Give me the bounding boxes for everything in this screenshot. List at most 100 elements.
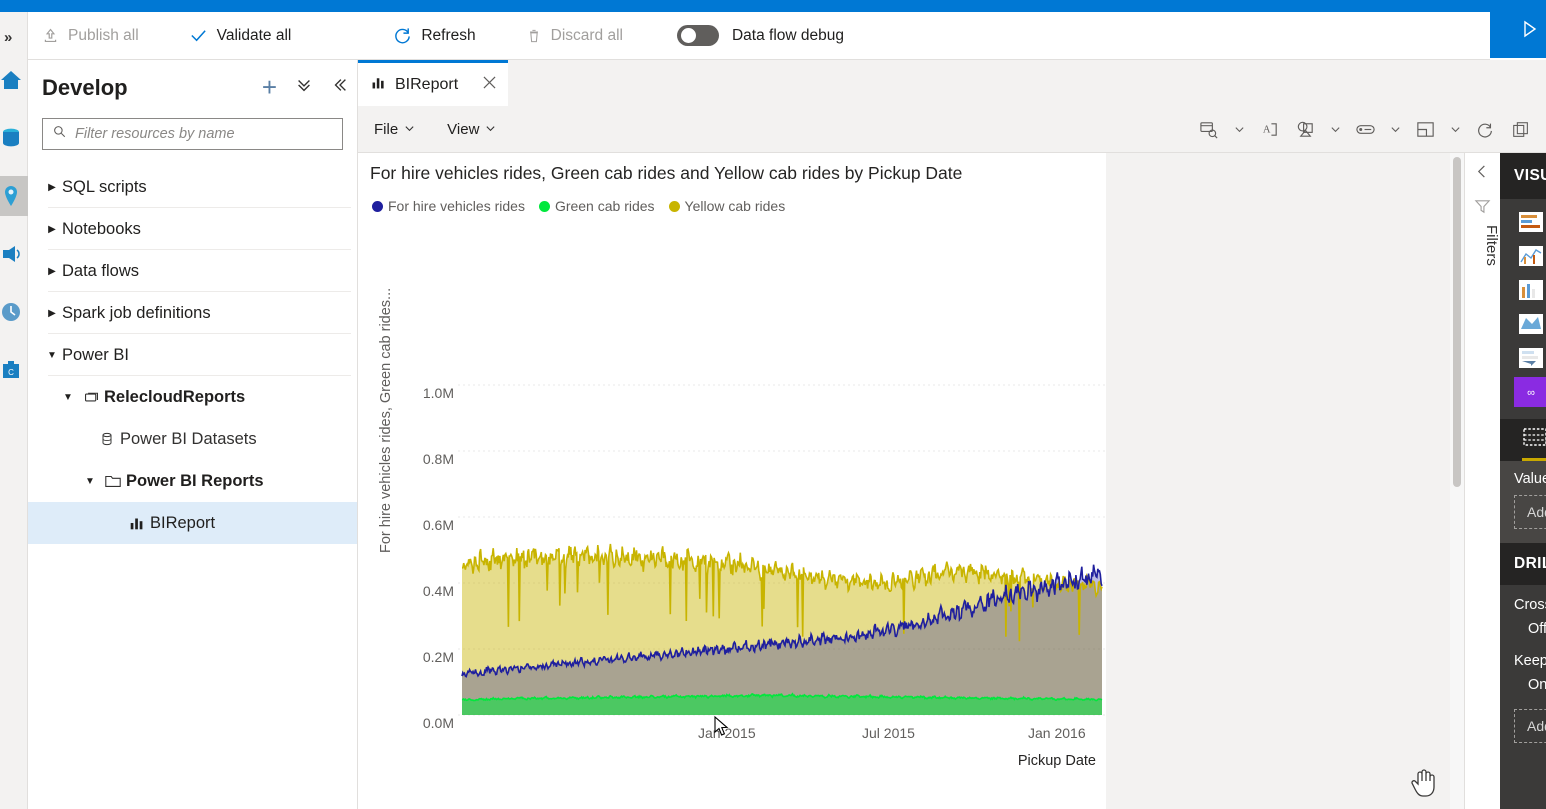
home-icon[interactable]: [0, 60, 28, 100]
filter-funnel-icon[interactable]: [1465, 198, 1500, 215]
get-data-chevron-down-icon[interactable]: [1228, 113, 1250, 147]
tree-item-label: Spark job definitions: [62, 303, 211, 322]
tree-item-spark-job-definitions[interactable]: ▶ Spark job definitions: [28, 292, 357, 334]
custom-visual-icon[interactable]: ∞: [1514, 377, 1546, 407]
canvas-scrollbar[interactable]: [1450, 153, 1464, 809]
legend-item-yellow[interactable]: Yellow cab rides: [668, 198, 786, 214]
data-hub-icon[interactable]: [0, 118, 28, 158]
tree-item-label: BIReport: [150, 513, 216, 532]
y-axis-tick: 0.6M: [422, 517, 454, 533]
tree-item-power-bi-datasets[interactable]: Power BI Datasets: [28, 418, 357, 460]
fields-tab-icon[interactable]: [1522, 426, 1546, 461]
values-label: Values: [1514, 471, 1546, 487]
filters-collapse-icon[interactable]: [1465, 165, 1500, 182]
tab-bireport[interactable]: BIReport: [358, 60, 508, 106]
editor-tab-strip: BIReport: [358, 60, 1546, 106]
legend-label: Yellow cab rides: [684, 198, 786, 214]
report-canvas[interactable]: For hire vehicles rides, Green cab rides…: [358, 153, 1106, 809]
text-box-icon[interactable]: A: [1252, 113, 1286, 147]
tree-item-data-flows[interactable]: ▶ Data flows: [28, 250, 357, 292]
rail-expand-icon[interactable]: »: [4, 30, 12, 45]
x-axis-title: Pickup Date: [1017, 753, 1096, 769]
y-axis-tick: 0.2M: [422, 649, 454, 665]
drillthrough-body: Cross-report Off Keep all filters On: [1500, 585, 1546, 743]
validate-all-label: Validate all: [216, 26, 292, 44]
shapes-chevron-down-icon[interactable]: [1324, 113, 1346, 147]
chevron-down-icon: ▼: [47, 349, 57, 361]
filled-map-icon[interactable]: [1514, 309, 1546, 339]
filter-resources-input[interactable]: [75, 126, 333, 142]
validate-all-button[interactable]: Validate all: [175, 12, 306, 60]
tree-item-label: Power BI Reports: [126, 471, 264, 490]
legend-swatch: [372, 200, 383, 212]
waterfall-chart-icon[interactable]: [1514, 275, 1546, 305]
menu-file[interactable]: File: [358, 106, 431, 153]
legend-item-fhv[interactable]: For hire vehicles rides: [372, 198, 525, 214]
new-page-icon[interactable]: [1408, 113, 1442, 147]
resource-tree: ▶ SQL scripts ▶ Notebooks ▶ Data flows ▶…: [28, 166, 357, 544]
integrate-icon[interactable]: [0, 234, 28, 274]
buttons-chevron-down-icon[interactable]: [1384, 113, 1406, 147]
command-bar: Publish all Validate all Refresh Discard…: [28, 12, 1490, 60]
new-page-chevron-down-icon[interactable]: [1444, 113, 1466, 147]
chevron-right-icon: ▶: [48, 223, 56, 235]
develop-panel: Develop + ▶ SQL scripts: [28, 60, 358, 809]
slicer-icon[interactable]: [1514, 343, 1546, 373]
tree-item-power-bi-reports[interactable]: ▼ Power BI Reports: [28, 460, 357, 502]
publish-all-label: Publish all: [68, 26, 139, 44]
values-drop-zone[interactable]: Add data fields here: [1514, 495, 1546, 529]
report-chart-icon: [124, 514, 150, 532]
tree-item-notebooks[interactable]: ▶ Notebooks: [28, 208, 357, 250]
monitor-icon[interactable]: [0, 292, 28, 332]
tree-item-sql-scripts[interactable]: ▶ SQL scripts: [28, 166, 357, 208]
tree-item-power-bi[interactable]: ▼ Power BI: [28, 334, 357, 376]
legend-label: Green cab rides: [554, 198, 655, 214]
filter-resources-box[interactable]: [42, 118, 343, 150]
close-icon[interactable]: [483, 76, 496, 93]
toggle-knob: [680, 28, 696, 43]
hide-panel-icon[interactable]: [331, 76, 349, 98]
discard-all-button[interactable]: Discard all: [512, 12, 637, 60]
hand-cursor: [1411, 767, 1437, 802]
get-data-icon[interactable]: [1192, 113, 1226, 147]
tree-item-bireport[interactable]: BIReport: [28, 502, 357, 544]
tree-item-label: RelecloudReports: [104, 387, 246, 406]
refresh-button[interactable]: Refresh: [379, 12, 489, 60]
buttons-icon[interactable]: [1348, 113, 1382, 147]
tab-label: BIReport: [395, 75, 459, 93]
svg-text:C: C: [8, 368, 14, 377]
cross-report-state: Off: [1528, 621, 1546, 637]
report-toolbar: A: [1192, 106, 1538, 153]
data-flow-debug-toggle[interactable]: Data flow debug: [663, 12, 858, 60]
y-axis-title: For hire vehicles rides, Green cab rides…: [378, 287, 394, 554]
menu-view[interactable]: View: [431, 106, 512, 153]
viz-pane-tabs: [1500, 419, 1546, 461]
scrollbar-thumb[interactable]: [1453, 157, 1461, 487]
chart-svg: [458, 384, 1106, 716]
add-resource-button[interactable]: +: [262, 74, 277, 100]
title-bar: [0, 0, 1546, 12]
run-button[interactable]: [1516, 14, 1542, 44]
drillthrough-placeholder: Add drillthrough fields here: [1527, 718, 1546, 734]
refresh-visuals-icon[interactable]: [1468, 113, 1502, 147]
shapes-icon[interactable]: [1288, 113, 1322, 147]
filters-rail[interactable]: Filters: [1464, 153, 1500, 809]
publish-all-button[interactable]: Publish all: [28, 12, 153, 60]
data-flow-debug-switch[interactable]: [676, 25, 719, 46]
visualization-type-grid: Py∞: [1500, 199, 1546, 411]
duplicate-page-icon[interactable]: [1504, 113, 1538, 147]
chevron-right-icon: ▶: [48, 181, 56, 193]
line-chart-icon[interactable]: [1514, 241, 1546, 271]
tree-item-label: Power BI Datasets: [120, 429, 257, 448]
manage-icon[interactable]: C: [0, 350, 28, 390]
legend-label: For hire vehicles rides: [388, 198, 525, 214]
dataset-icon: [94, 431, 120, 447]
drillthrough-drop-zone[interactable]: Add drillthrough fields here: [1514, 709, 1546, 743]
legend-swatch: [538, 200, 550, 212]
develop-icon[interactable]: [0, 176, 28, 216]
tree-item-relecloudreports[interactable]: ▼ RelecloudReports: [28, 376, 357, 418]
stacked-bar-chart-icon[interactable]: [1514, 207, 1546, 237]
collapse-all-icon[interactable]: [295, 76, 313, 98]
legend-item-green[interactable]: Green cab rides: [538, 198, 655, 214]
tree-item-label: Power BI: [62, 345, 129, 364]
